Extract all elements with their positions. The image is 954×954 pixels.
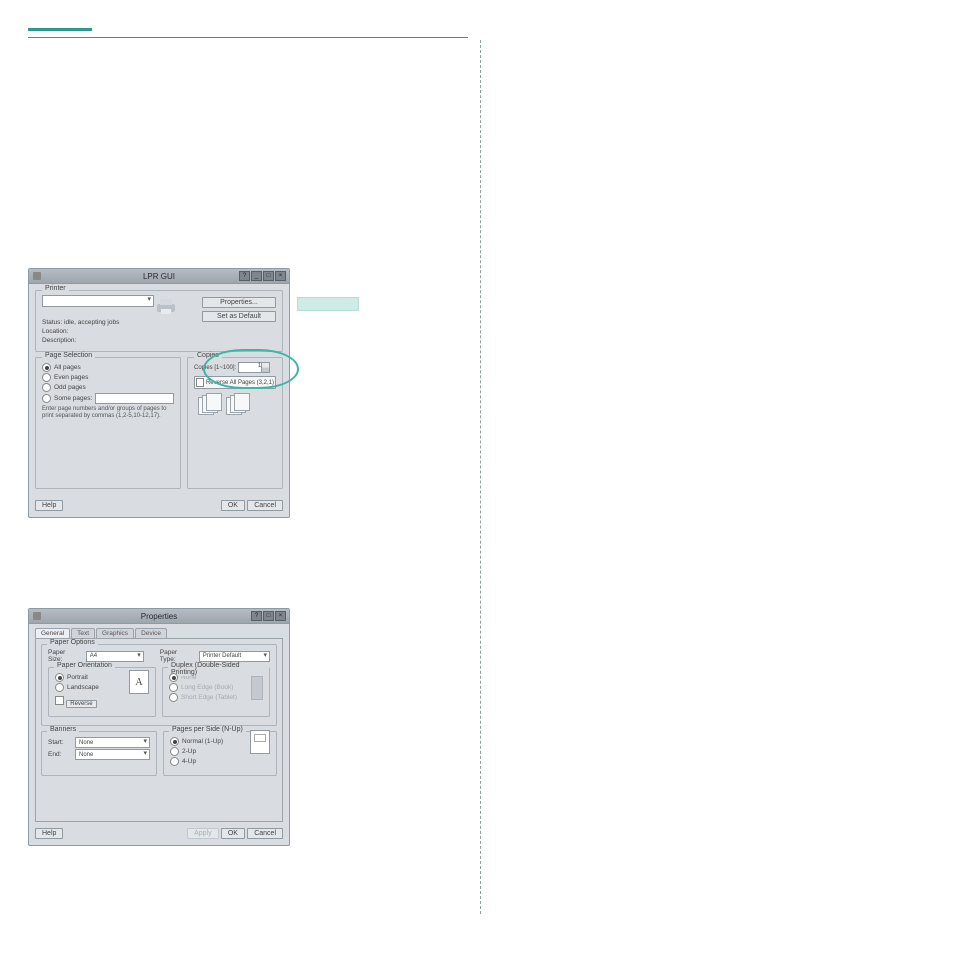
duplex-preview	[251, 676, 263, 700]
tab-text[interactable]: Text	[71, 628, 95, 638]
tab-graphics[interactable]: Graphics	[96, 628, 134, 638]
titlebar: Properties ? □ ×	[29, 609, 289, 624]
window-title: Properties	[141, 612, 177, 621]
group-label: Printer	[42, 285, 69, 292]
ok-button[interactable]: OK	[221, 500, 245, 511]
properties-dialog: Properties ? □ × General Text Graphics D…	[28, 608, 290, 846]
close-icon[interactable]: ×	[275, 611, 286, 621]
radio-even-pages[interactable]	[42, 373, 51, 382]
banner-end-select[interactable]: None	[75, 749, 150, 760]
nup-group: Pages per Side (N-Up) Normal (1-Up) 2-Up…	[163, 731, 277, 776]
titlebar: LPR GUI ? _ □ ×	[29, 269, 289, 284]
radio-duplex-short	[169, 693, 178, 702]
radio-all-pages[interactable]	[42, 363, 51, 372]
reverse-button[interactable]: Reverse	[66, 700, 96, 708]
copies-group: Copies Copies [1~100]: 1 Reverse All Pag…	[187, 357, 283, 489]
apply-button[interactable]: Apply	[187, 828, 219, 839]
printer-meta: Status: idle, accepting jobs Location: D…	[42, 318, 276, 345]
printer-group: Printer Status: idle, accepting jobs Loc…	[35, 290, 283, 352]
radio-nup-2[interactable]	[170, 747, 179, 756]
column-divider	[480, 40, 481, 914]
help-button[interactable]: Help	[35, 500, 63, 511]
help-icon[interactable]: ?	[239, 271, 250, 281]
paper-options-group: Paper Options Paper Size: A4 Paper Type:…	[41, 644, 277, 726]
duplex-group: Duplex (Double-Sided Printing) None Long…	[162, 667, 270, 717]
properties-button[interactable]: Properties...	[202, 297, 276, 308]
orientation-preview: A	[129, 670, 149, 694]
reverse-orientation-checkbox[interactable]	[55, 696, 64, 705]
copies-spinner[interactable]: 1	[238, 362, 270, 373]
tab-device[interactable]: Device	[135, 628, 167, 638]
window-title: LPR GUI	[143, 272, 175, 281]
section-heading-accent	[28, 28, 922, 38]
minimize-icon[interactable]: _	[251, 271, 262, 281]
maximize-icon[interactable]: □	[263, 611, 274, 621]
window-buttons: ? _ □ ×	[239, 271, 286, 281]
printer-select[interactable]	[42, 295, 154, 307]
ok-button[interactable]: OK	[221, 828, 245, 839]
banners-group: Banners Start:None End:None	[41, 731, 157, 776]
tabs: General Text Graphics Device	[29, 624, 289, 638]
orientation-group: Paper Orientation A Portrait Landscape R…	[48, 667, 156, 717]
paper-type-select[interactable]: Printer Default	[199, 651, 270, 662]
set-default-button[interactable]: Set as Default	[202, 311, 276, 322]
collate-graphic	[194, 393, 276, 417]
lpr-gui-dialog: LPR GUI ? _ □ × Printer Status:	[28, 268, 290, 518]
page-selection-group: Page Selection All pages Even pages Odd …	[35, 357, 181, 489]
cancel-button[interactable]: Cancel	[247, 500, 283, 511]
group-label: Page Selection	[42, 352, 95, 359]
radio-nup-1[interactable]	[170, 737, 179, 746]
callout-highlight	[297, 297, 359, 311]
nup-preview	[250, 730, 270, 754]
general-tab-panel: Paper Options Paper Size: A4 Paper Type:…	[35, 638, 283, 822]
group-label: Copies	[194, 352, 222, 359]
radio-duplex-long	[169, 683, 178, 692]
cancel-button[interactable]: Cancel	[247, 828, 283, 839]
page-range-hint: Enter page numbers and/or groups of page…	[42, 406, 174, 420]
help-button[interactable]: Help	[35, 828, 63, 839]
app-icon	[33, 272, 41, 280]
radio-nup-4[interactable]	[170, 757, 179, 766]
banner-start-select[interactable]: None	[75, 737, 150, 748]
help-icon[interactable]: ?	[251, 611, 262, 621]
close-icon[interactable]: ×	[275, 271, 286, 281]
printer-icon	[154, 297, 178, 315]
app-icon	[33, 612, 41, 620]
tab-general[interactable]: General	[35, 628, 70, 638]
window-buttons: ? □ ×	[251, 611, 286, 621]
reverse-pages-checkbox[interactable]	[196, 378, 204, 387]
radio-landscape[interactable]	[55, 683, 64, 692]
radio-portrait[interactable]	[55, 673, 64, 682]
maximize-icon[interactable]: □	[263, 271, 274, 281]
paper-size-select[interactable]: A4	[86, 651, 144, 662]
radio-odd-pages[interactable]	[42, 383, 51, 392]
some-pages-input[interactable]	[95, 393, 174, 404]
radio-duplex-none	[169, 673, 178, 682]
radio-some-pages[interactable]	[42, 394, 51, 403]
